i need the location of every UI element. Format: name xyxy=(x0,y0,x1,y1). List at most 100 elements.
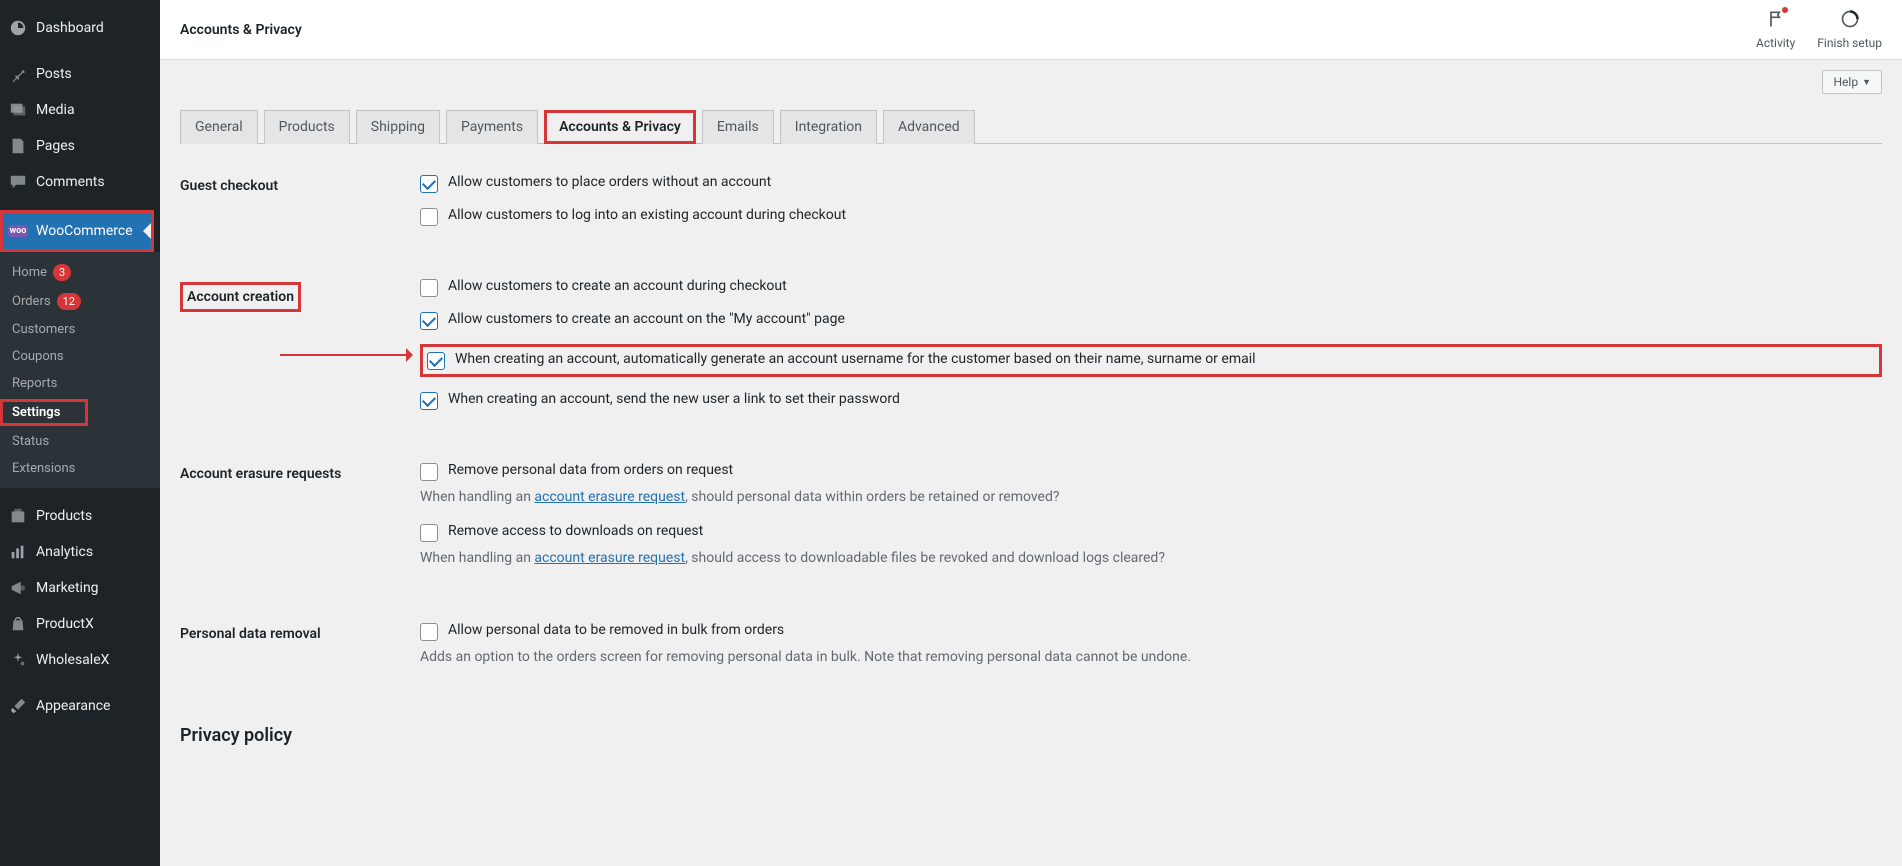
sidebar-item-label: Media xyxy=(36,102,75,118)
pin-icon xyxy=(8,64,28,84)
sidebar-sub-status[interactable]: Status xyxy=(0,428,160,455)
sidebar-item-media[interactable]: Media xyxy=(0,92,160,128)
sidebar-sub-label: Status xyxy=(12,434,49,449)
sidebar-item-label: ProductX xyxy=(36,616,94,632)
tab-emails[interactable]: Emails xyxy=(702,110,774,144)
sidebar-sub-customers[interactable]: Customers xyxy=(0,316,160,343)
sidebar-sub-label: Customers xyxy=(12,322,75,337)
sidebar-sub-home[interactable]: Home 3 xyxy=(0,258,160,287)
sidebar-sub-reports[interactable]: Reports xyxy=(0,370,160,397)
sidebar-item-analytics[interactable]: Analytics xyxy=(0,534,160,570)
activity-button[interactable]: Activity xyxy=(1756,9,1795,50)
products-icon xyxy=(8,506,28,526)
analytics-icon xyxy=(8,542,28,562)
progress-circle-icon xyxy=(1840,9,1860,34)
brush-icon xyxy=(8,696,28,716)
tab-advanced[interactable]: Advanced xyxy=(883,110,975,144)
page-title: Accounts & Privacy xyxy=(180,22,302,38)
checkbox-remove-data-on-request[interactable] xyxy=(420,463,438,481)
sidebar-sub-label: Reports xyxy=(12,376,57,391)
sidebar-item-productx[interactable]: ProductX xyxy=(0,606,160,642)
checkbox-bulk-remove-data[interactable] xyxy=(420,623,438,641)
sidebar-item-label: Posts xyxy=(36,66,72,82)
woocommerce-icon: woo xyxy=(8,221,28,241)
sidebar-item-appearance[interactable]: Appearance xyxy=(0,688,160,724)
sidebar-item-pages[interactable]: Pages xyxy=(0,128,160,164)
description-text: When handling an account erasure request… xyxy=(420,550,1882,566)
erasure-request-link[interactable]: account erasure request xyxy=(534,489,685,505)
section-label-guest-checkout: Guest checkout xyxy=(180,174,420,194)
comment-icon xyxy=(8,172,28,192)
flag-icon xyxy=(1766,9,1786,34)
caret-down-icon: ▼ xyxy=(1862,77,1871,88)
sidebar-sub-label: Coupons xyxy=(12,349,64,364)
checkbox-create-account-myaccount[interactable] xyxy=(420,312,438,330)
checkbox-label: Allow customers to create an account on … xyxy=(448,311,845,327)
sidebar-sub-orders[interactable]: Orders 12 xyxy=(0,287,160,316)
checkbox-allow-login-checkout[interactable] xyxy=(420,208,438,226)
sidebar-item-dashboard[interactable]: Dashboard xyxy=(0,10,160,46)
checkbox-create-account-checkout[interactable] xyxy=(420,279,438,297)
finish-setup-button[interactable]: Finish setup xyxy=(1817,9,1882,50)
count-badge: 12 xyxy=(57,293,81,310)
sidebar-item-products[interactable]: Products xyxy=(0,498,160,534)
annotation-arrow-icon xyxy=(280,354,410,356)
sidebar-sub-label: Home xyxy=(12,265,47,280)
sidebar-sub-label: Orders xyxy=(12,294,51,309)
sidebar-sub-coupons[interactable]: Coupons xyxy=(0,343,160,370)
tab-payments[interactable]: Payments xyxy=(446,110,538,144)
section-label-privacy-policy: Privacy policy xyxy=(180,721,420,746)
checkbox-label: Remove personal data from orders on requ… xyxy=(448,462,733,478)
annotation-arrowhead-icon xyxy=(406,348,420,362)
tab-accounts-privacy[interactable]: Accounts & Privacy xyxy=(544,110,696,144)
help-toggle[interactable]: Help ▼ xyxy=(1822,70,1882,94)
woocommerce-submenu: Home 3 Orders 12 Customers Coupons Repor… xyxy=(0,252,160,488)
checkbox-auto-generate-username[interactable] xyxy=(427,352,445,370)
main-content: Accounts & Privacy Activity Finish setup… xyxy=(160,0,1902,866)
sparkle-icon xyxy=(8,650,28,670)
megaphone-icon xyxy=(8,578,28,598)
top-bar: Accounts & Privacy Activity Finish setup xyxy=(160,0,1902,60)
tab-integration[interactable]: Integration xyxy=(780,110,877,144)
help-label: Help xyxy=(1833,75,1858,89)
bag-icon xyxy=(8,614,28,634)
admin-sidebar: Dashboard Posts Media Pages Comments woo… xyxy=(0,0,160,866)
dashboard-icon xyxy=(8,18,28,38)
checkbox-label: Allow customers to place orders without … xyxy=(448,174,771,190)
tab-shipping[interactable]: Shipping xyxy=(356,110,440,144)
sidebar-item-label: Dashboard xyxy=(36,20,104,36)
notification-dot-icon xyxy=(1782,7,1788,13)
sidebar-sub-extensions[interactable]: Extensions xyxy=(0,455,160,482)
sidebar-item-label: Analytics xyxy=(36,544,93,560)
sidebar-item-posts[interactable]: Posts xyxy=(0,56,160,92)
description-text: Adds an option to the orders screen for … xyxy=(420,649,1882,665)
checkbox-label: Allow customers to create an account dur… xyxy=(448,278,787,294)
sidebar-sub-settings[interactable]: Settings xyxy=(3,402,85,423)
checkbox-allow-guest-orders[interactable] xyxy=(420,175,438,193)
description-text: When handling an account erasure request… xyxy=(420,489,1882,505)
sidebar-item-label: Comments xyxy=(36,174,105,190)
section-label-removal: Personal data removal xyxy=(180,622,420,642)
checkbox-send-password-link[interactable] xyxy=(420,392,438,410)
sidebar-item-woocommerce[interactable]: woo WooCommerce xyxy=(3,213,151,249)
checkbox-label: Allow customers to log into an existing … xyxy=(448,207,846,223)
count-badge: 3 xyxy=(53,264,71,281)
tab-general[interactable]: General xyxy=(180,110,258,144)
checkbox-remove-downloads-on-request[interactable] xyxy=(420,524,438,542)
finish-setup-label: Finish setup xyxy=(1817,36,1882,50)
activity-label: Activity xyxy=(1756,36,1795,50)
tab-products[interactable]: Products xyxy=(264,110,350,144)
sidebar-sub-label: Extensions xyxy=(12,461,75,476)
sidebar-item-label: Products xyxy=(36,508,92,524)
erasure-request-link[interactable]: account erasure request xyxy=(534,550,685,566)
settings-content: Help ▼ General Products Shipping Payment… xyxy=(160,60,1902,776)
sidebar-item-label: Pages xyxy=(36,138,75,154)
sidebar-item-label: Appearance xyxy=(36,698,110,714)
sidebar-item-wholesalex[interactable]: WholesaleX xyxy=(0,642,160,678)
sidebar-item-label: WooCommerce xyxy=(36,223,133,239)
section-label-account-creation: Account creation xyxy=(180,282,301,312)
checkbox-label: When creating an account, send the new u… xyxy=(448,391,900,407)
settings-tabs: General Products Shipping Payments Accou… xyxy=(180,110,1882,144)
sidebar-item-marketing[interactable]: Marketing xyxy=(0,570,160,606)
sidebar-item-comments[interactable]: Comments xyxy=(0,164,160,200)
